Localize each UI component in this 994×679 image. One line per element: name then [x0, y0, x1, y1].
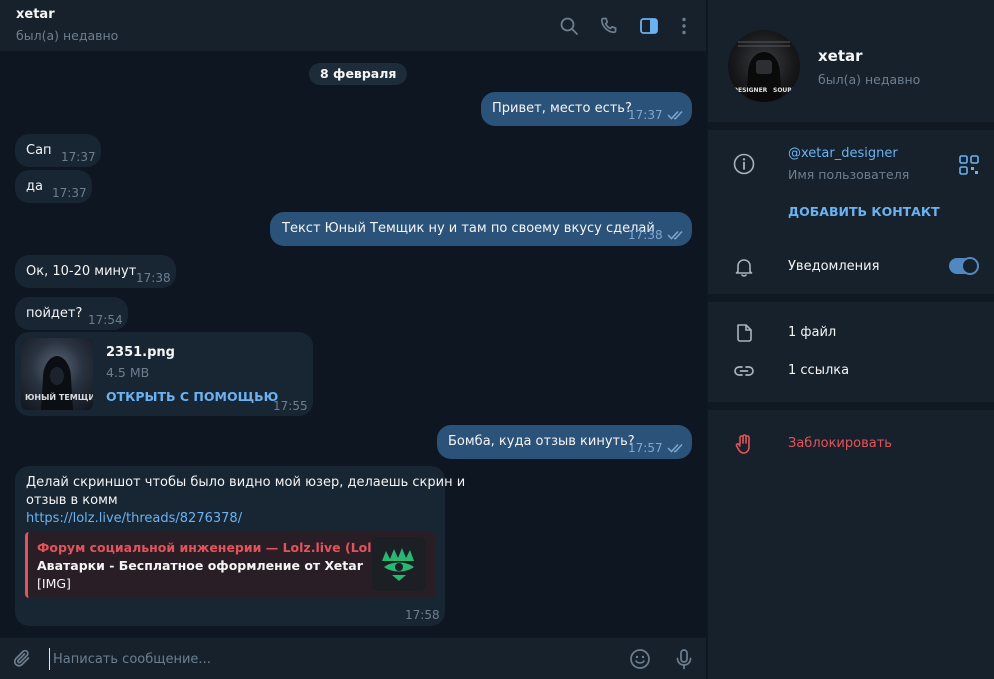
- message-text: Привет, место есть?: [492, 101, 632, 116]
- shared-links-item[interactable]: 1 ссылка: [788, 363, 849, 378]
- chat-status: был(а) недавно: [16, 28, 119, 43]
- avatar[interactable]: DESIGNER SOURI: [728, 30, 800, 102]
- toggle-knob: [961, 257, 979, 275]
- message-text: Текст Юный Темщик ну и там по своему вку…: [282, 221, 655, 236]
- emoji-icon[interactable]: [628, 647, 652, 671]
- attach-icon[interactable]: [11, 647, 35, 671]
- message-incoming[interactable]: пойдет? 17:54: [15, 297, 128, 330]
- shared-files-item[interactable]: 1 файл: [788, 325, 836, 340]
- section-divider: [708, 402, 994, 410]
- message-text-line: Делай скриншот чтобы было видно мой юзер…: [26, 475, 466, 490]
- section-divider: [708, 294, 994, 302]
- profile-status: был(а) недавно: [818, 72, 921, 87]
- notifications-label: Уведомления: [788, 259, 880, 274]
- read-checks-icon: [667, 443, 683, 453]
- hooded-figure-image: ЮНЫЙ ТЕМЩИК: [25, 356, 93, 410]
- message-outgoing[interactable]: Бомба, куда отзыв кинуть? 17:57: [437, 425, 692, 459]
- info-icon: [732, 152, 756, 176]
- link-icon: [732, 359, 756, 383]
- preview-title: Аватарки - Бесплатное оформление от Xeta…: [37, 558, 363, 573]
- read-checks-icon: [667, 230, 683, 240]
- message-incoming[interactable]: Ок, 10-20 минут 17:38: [15, 255, 176, 288]
- message-list[interactable]: 8 февраля Привет, место есть? 17:37 Сап …: [0, 52, 706, 634]
- message-time: 17:57: [628, 441, 663, 455]
- message-composer: [0, 637, 706, 679]
- link-preview[interactable]: Форум социальной инженерии — Lolz.live (…: [25, 532, 435, 598]
- sidebar-toggle-icon[interactable]: [637, 14, 661, 38]
- message-text: пойдет?: [26, 306, 83, 321]
- mic-icon[interactable]: [672, 647, 696, 671]
- search-icon[interactable]: [557, 14, 581, 38]
- message-outgoing[interactable]: Привет, место есть? 17:37: [481, 92, 692, 126]
- message-outgoing[interactable]: Текст Юный Темщик ну и там по своему вку…: [270, 212, 692, 246]
- open-with-button[interactable]: ОТКРЫТЬ С ПОМОЩЬЮ: [106, 388, 278, 406]
- file-name: 2351.png: [106, 345, 175, 360]
- profile-panel: DESIGNER SOURI xetar был(а) недавно @xet…: [707, 0, 994, 679]
- message-file[interactable]: ЮНЫЙ ТЕМЩИК 2351.png 4.5 MB ОТКРЫТЬ С ПО…: [15, 332, 313, 416]
- message-text-line: отзыв в комм: [26, 493, 118, 508]
- qr-icon[interactable]: [958, 154, 980, 176]
- profile-name: xetar: [818, 47, 863, 65]
- message-incoming[interactable]: да 17:37: [15, 170, 92, 203]
- bell-icon: [732, 255, 756, 279]
- message-time: 17:38: [628, 228, 663, 242]
- phone-icon[interactable]: [597, 14, 621, 38]
- file-size: 4.5 MB: [106, 365, 150, 380]
- block-hand-icon: [732, 432, 756, 456]
- add-contact-button[interactable]: ДОБАВИТЬ КОНТАКТ: [788, 204, 940, 219]
- lolz-logo-icon: [382, 548, 414, 581]
- chat-title[interactable]: xetar: [16, 7, 55, 22]
- chat-area: xetar был(а) недавно 8 февраля Привет, м…: [0, 0, 706, 679]
- message-input[interactable]: [49, 648, 609, 670]
- message-time: 17:58: [405, 608, 440, 622]
- avatar-caption-left: DESIGNER: [733, 87, 768, 94]
- message-incoming[interactable]: Сап 17:37: [15, 134, 101, 167]
- thumb-caption: ЮНЫЙ ТЕМЩИК: [25, 391, 93, 402]
- profile-username[interactable]: @xetar_designer: [788, 146, 898, 161]
- username-label: Имя пользователя: [788, 167, 910, 182]
- chat-header[interactable]: xetar был(а) недавно: [0, 0, 706, 52]
- file-thumbnail[interactable]: ЮНЫЙ ТЕМЩИК: [21, 338, 93, 410]
- block-user-button[interactable]: Заблокировать: [788, 436, 892, 451]
- message-time: 17:54: [88, 313, 123, 327]
- preview-description: [IMG]: [37, 576, 71, 591]
- message-text: Сап: [26, 143, 52, 158]
- message-time: 17:37: [61, 150, 96, 164]
- preview-site-name: Форум социальной инженерии — Lolz.live (…: [37, 540, 400, 555]
- notifications-toggle[interactable]: [949, 257, 979, 275]
- message-link[interactable]: https://lolz.live/threads/8276378/: [26, 510, 242, 528]
- date-separator: 8 февраля: [309, 63, 408, 85]
- message-text: да: [26, 179, 43, 194]
- message-time: 17:38: [136, 271, 171, 285]
- message-text: Бомба, куда отзыв кинуть?: [448, 434, 635, 449]
- preview-image: [372, 537, 426, 591]
- message-time: 17:55: [273, 399, 308, 413]
- message-time: 17:37: [52, 186, 87, 200]
- avatar-caption-right: SOURI: [773, 87, 794, 94]
- message-incoming-link[interactable]: Делай скриншот чтобы было видно мой юзер…: [15, 466, 465, 626]
- avatar-figure-image: DESIGNER SOURI: [733, 41, 794, 102]
- file-icon: [732, 321, 756, 345]
- section-divider: [708, 122, 994, 130]
- more-icon[interactable]: [672, 14, 696, 38]
- read-checks-icon: [667, 110, 683, 120]
- message-text: Ок, 10-20 минут: [26, 264, 137, 279]
- message-time: 17:37: [628, 108, 663, 122]
